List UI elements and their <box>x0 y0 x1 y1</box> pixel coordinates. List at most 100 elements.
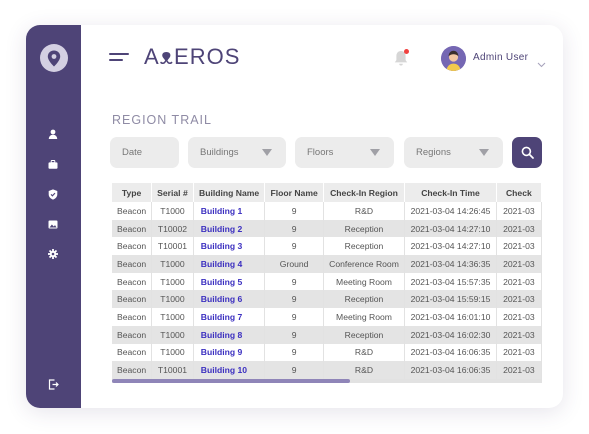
table-cell: T1000 <box>151 308 194 326</box>
notification-badge <box>404 49 409 54</box>
table-row[interactable]: Beacon T1000 Building 7 9 Meeting Room 2021-0… <box>112 308 542 326</box>
table-cell: Beacon <box>112 290 153 309</box>
table-row[interactable]: Beacon T10001 Building 3 9 Reception 2021-03-… <box>112 237 542 256</box>
main-content: AᴥEROS Admin User REGION TRAIL Date Buil… <box>81 25 563 408</box>
table-cell: Beacon <box>112 272 153 291</box>
floors-dropdown[interactable]: Floors <box>295 137 394 168</box>
table-cell: 2021-03 <box>496 237 542 256</box>
table-row[interactable]: Beacon T1000 Building 8 9 Reception 2021-03-0… <box>112 325 542 344</box>
avatar[interactable] <box>441 46 466 71</box>
table-cell: 2021-03-04 14:27:10 <box>404 237 497 256</box>
table-cell: Beacon <box>112 237 153 256</box>
caret-down-icon <box>370 149 380 156</box>
table-cell: 2021-03-04 14:27:10 <box>404 219 497 238</box>
regions-dropdown[interactable]: Regions <box>404 137 503 168</box>
date-filter[interactable]: Date <box>110 137 179 168</box>
table-row[interactable]: Beacon T1000 Building 9 9 R&D 2021-03-04 16:0… <box>112 343 542 362</box>
notification-bell-icon[interactable] <box>393 49 411 69</box>
date-filter-label: Date <box>122 147 143 158</box>
buildings-dropdown[interactable]: Buildings <box>188 137 286 168</box>
table-cell: Beacon <box>112 325 153 344</box>
table-cell: 9 <box>264 202 324 220</box>
table-cell: Beacon <box>112 255 153 273</box>
app-card: AᴥEROS Admin User REGION TRAIL Date Buil… <box>26 25 563 408</box>
table-cell: 2021-03 <box>496 361 542 379</box>
column-header[interactable]: Check <box>496 183 542 202</box>
building-link[interactable]: Building 10 <box>193 361 266 379</box>
table-row[interactable]: Beacon T1000 Building 4 Ground Conference Ro… <box>112 255 542 273</box>
gear-icon[interactable] <box>46 247 60 261</box>
search-icon <box>521 146 534 159</box>
building-link[interactable]: Building 5 <box>193 272 266 291</box>
column-header[interactable]: Serial # <box>151 183 194 202</box>
menu-toggle-icon[interactable] <box>109 53 129 65</box>
table-cell: 2021-03 <box>496 343 542 362</box>
building-link[interactable]: Building 1 <box>193 202 266 220</box>
table-cell: 2021-03-04 16:01:10 <box>404 308 497 326</box>
brand-logo: AᴥEROS <box>144 44 241 69</box>
table-cell: Reception <box>323 325 406 344</box>
sidebar <box>26 25 81 408</box>
table-row[interactable]: Beacon T10001 Building 10 9 R&D 2021-03-04 16… <box>112 361 542 379</box>
table-row[interactable]: Beacon T1000 Building 6 9 Reception 2021-03-0… <box>112 290 542 309</box>
table-cell: T1000 <box>151 272 194 291</box>
table-cell: T10002 <box>151 219 194 238</box>
table-header-row: Type Serial # Building Name Floor Name C… <box>112 183 542 202</box>
table-cell: 2021-03-04 15:59:15 <box>404 290 497 309</box>
building-link[interactable]: Building 8 <box>193 325 266 344</box>
table-cell: 2021-03 <box>496 255 542 273</box>
building-link[interactable]: Building 6 <box>193 290 266 309</box>
table-cell: Beacon <box>112 343 153 362</box>
table-cell: Beacon <box>112 361 153 379</box>
table-cell: T1000 <box>151 325 194 344</box>
table-cell: R&D <box>323 361 406 379</box>
floors-dropdown-label: Floors <box>307 147 334 158</box>
table-cell: 9 <box>264 343 324 362</box>
scrollbar-thumb[interactable] <box>112 379 350 383</box>
column-header[interactable]: Floor Name <box>264 183 324 202</box>
user-name[interactable]: Admin User <box>473 52 528 63</box>
table-cell: T1000 <box>151 290 194 309</box>
table-cell: 9 <box>264 272 324 291</box>
caret-down-icon <box>262 149 272 156</box>
table-row[interactable]: Beacon T1000 Building 5 9 Meeting Room 2021-0… <box>112 272 542 291</box>
image-icon[interactable] <box>46 217 60 231</box>
location-pin-icon[interactable] <box>40 44 68 72</box>
table-cell: 2021-03 <box>496 325 542 344</box>
column-header[interactable]: Building Name <box>193 183 266 202</box>
building-link[interactable]: Building 4 <box>193 255 266 273</box>
column-header[interactable]: Type <box>112 183 153 202</box>
table-cell: T1000 <box>151 202 194 220</box>
table-cell: R&D <box>323 343 406 362</box>
briefcase-icon[interactable] <box>46 157 60 171</box>
column-header[interactable]: Check-In Region <box>323 183 406 202</box>
table-cell: Conference Room <box>323 255 406 273</box>
table-cell: Beacon <box>112 202 153 220</box>
table-cell: 9 <box>264 361 324 379</box>
building-link[interactable]: Building 3 <box>193 237 266 256</box>
table-cell: T1000 <box>151 343 194 362</box>
column-header[interactable]: Check-In Time <box>404 183 497 202</box>
chevron-down-icon[interactable] <box>537 55 546 68</box>
page-title: REGION TRAIL <box>112 113 212 127</box>
table-cell: 2021-03 <box>496 202 542 220</box>
table-cell: Reception <box>323 290 406 309</box>
table-cell: Beacon <box>112 308 153 326</box>
table-row[interactable]: Beacon T1000 Building 1 9 R&D 2021-03-04 14:2… <box>112 202 542 220</box>
table-cell: 2021-03-04 16:06:35 <box>404 361 497 379</box>
table-cell: 2021-03 <box>496 219 542 238</box>
building-link[interactable]: Building 9 <box>193 343 266 362</box>
table-cell: Meeting Room <box>323 272 406 291</box>
user-icon[interactable] <box>46 127 60 141</box>
table-cell: 2021-03 <box>496 290 542 309</box>
building-link[interactable]: Building 7 <box>193 308 266 326</box>
table-row[interactable]: Beacon T10002 Building 2 9 Reception 2021-03-… <box>112 219 542 238</box>
table-cell: Ground <box>264 255 324 273</box>
table-cell: Reception <box>323 237 406 256</box>
shield-icon[interactable] <box>46 187 60 201</box>
table-cell: Meeting Room <box>323 308 406 326</box>
horizontal-scrollbar[interactable] <box>112 379 542 383</box>
logout-icon[interactable] <box>46 377 60 391</box>
building-link[interactable]: Building 2 <box>193 219 266 238</box>
search-button[interactable] <box>512 137 542 168</box>
